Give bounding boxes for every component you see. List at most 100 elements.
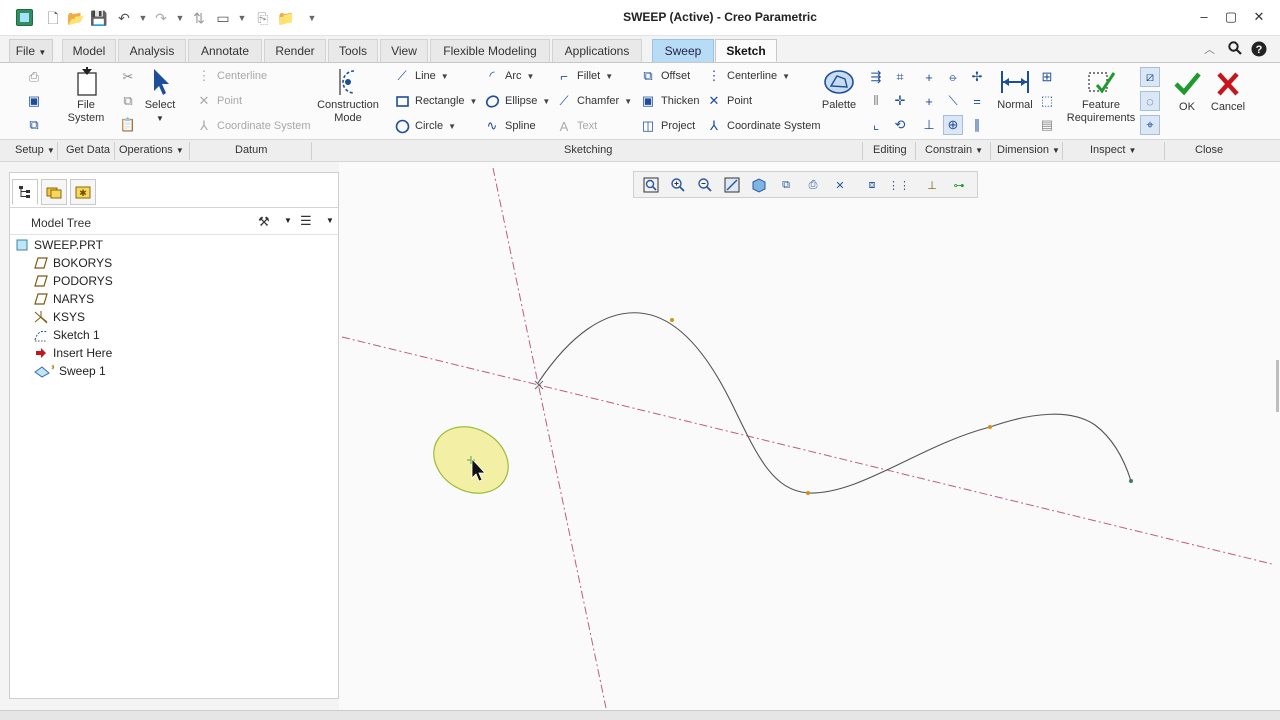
parallel-constraint-icon[interactable]: ∥ (967, 115, 987, 135)
zoom-out-icon[interactable] (695, 176, 715, 194)
open-folder-icon[interactable]: 📂 (67, 8, 85, 28)
folder-icon[interactable]: 📁 (277, 8, 295, 28)
group-setup[interactable]: Setup ▼ (15, 144, 55, 156)
datum-coordinate-system-button[interactable]: ⅄ Coordinate System (196, 115, 311, 137)
sketch-coordinate-system-button[interactable]: ⅄ Coordinate System (706, 115, 821, 137)
sketch-centerline-button[interactable]: ⋮ Centerline ▼ (706, 65, 791, 87)
group-operations[interactable]: Operations ▼ (119, 144, 184, 156)
ellipse-button[interactable]: Ellipse ▼ (484, 90, 550, 112)
tab-model[interactable]: Model (62, 39, 116, 62)
highlight-open-ends-icon[interactable]: ⌖ (1140, 115, 1160, 135)
repaint-icon[interactable] (722, 176, 742, 194)
vertical-constraint-icon[interactable]: + (919, 67, 939, 87)
fillet-button[interactable]: ⌐ Fillet ▼ (556, 65, 613, 87)
mirror-icon[interactable]: ⫴ (866, 91, 886, 111)
tab-analysis[interactable]: Analysis (118, 39, 186, 62)
undo-dropdown-icon[interactable]: ▼ (138, 8, 148, 28)
windows-dropdown-icon[interactable]: ▼ (237, 8, 247, 28)
rectangle-button[interactable]: Rectangle ▼ (394, 90, 477, 112)
baseline-dimension-icon[interactable]: ⬚ (1037, 91, 1057, 111)
palette-button[interactable]: Palette (816, 67, 862, 112)
chevron-down-icon[interactable]: ▼ (284, 216, 292, 225)
midpoint-constraint-icon[interactable]: ⟍ (943, 91, 963, 111)
group-dimension[interactable]: Dimension ▼ (997, 144, 1060, 156)
spline-point[interactable] (670, 318, 674, 322)
tab-sketch[interactable]: Sketch (715, 39, 777, 62)
save-icon[interactable]: 💾 (90, 8, 108, 28)
view-manager-icon[interactable]: ⎙ (803, 176, 823, 194)
tree-item-insert-here[interactable]: Insert Here (34, 344, 112, 362)
construction-mode-button[interactable]: Construction Mode (314, 67, 382, 125)
normal-dimension-button[interactable]: Normal (994, 67, 1036, 112)
tab-view[interactable]: View (380, 39, 428, 62)
tree-show-icon[interactable]: ☰ (300, 213, 312, 229)
tree-item-sketch-1[interactable]: Sketch 1 (34, 326, 100, 344)
spline-point[interactable] (806, 491, 810, 495)
paste-icon[interactable]: 📋 (118, 115, 138, 135)
zoom-in-icon[interactable] (668, 176, 688, 194)
datum-point-button[interactable]: ✕ Point (196, 90, 243, 112)
tree-item-podorys[interactable]: PODORYS (34, 272, 113, 290)
tangent-constraint-icon[interactable]: ⦵ (943, 67, 963, 87)
tree-item-narys[interactable]: NARYS (34, 290, 94, 308)
sketcher-display-filters-icon[interactable]: ⋮⋮ (888, 176, 910, 194)
redo-dropdown-icon[interactable]: ▼ (175, 8, 185, 28)
shade-closed-loops-icon[interactable]: ◌ (1140, 91, 1160, 111)
sketch-canvas[interactable] (339, 162, 1280, 710)
spline-point[interactable] (988, 425, 992, 429)
arc-button[interactable]: ◜ Arc ▼ (484, 65, 534, 87)
offset-button[interactable]: ⧉ Offset (640, 65, 690, 87)
delete-segment-icon[interactable]: ⌗ (890, 67, 910, 87)
rotate-resize-icon[interactable]: ⟲ (890, 115, 910, 135)
spin-center-icon[interactable]: ⊶ (949, 176, 969, 194)
sketch-view-icon[interactable]: ⧉ (24, 115, 44, 135)
copy-icon[interactable]: ⧉ (118, 91, 138, 111)
close-window-icon[interactable]: ⎘ (254, 8, 272, 28)
regenerate-icon[interactable]: ⇅ (190, 8, 208, 28)
cancel-button[interactable]: Cancel (1208, 69, 1248, 114)
datum-centerline-button[interactable]: ⋮ Centerline (196, 65, 268, 87)
horizontal-constraint-icon[interactable]: + (919, 91, 939, 111)
tree-item-bokorys[interactable]: BOKORYS (34, 254, 112, 272)
collapse-ribbon-icon[interactable]: ︿ (1204, 41, 1215, 57)
file-system-button[interactable]: File System (62, 67, 110, 125)
tab-render[interactable]: Render (264, 39, 326, 62)
customize-toolbar-icon[interactable]: ▼ (307, 8, 317, 28)
modify-icon[interactable]: ⇶ (866, 67, 886, 87)
help-icon[interactable]: ? (1251, 41, 1267, 60)
spline-endpoint[interactable] (1129, 479, 1133, 483)
model-tree-tab-icon[interactable] (12, 179, 38, 205)
windows-icon[interactable]: ▭ (214, 8, 232, 28)
chevron-down-icon[interactable]: ▼ (326, 216, 334, 225)
creo-app-icon[interactable] (16, 9, 33, 26)
refit-icon[interactable] (641, 176, 661, 194)
symmetric-constraint-icon[interactable]: ✢ (967, 67, 987, 87)
feature-requirements-button[interactable]: Feature Requirements (1064, 67, 1138, 125)
divide-icon[interactable]: ✛ (890, 91, 910, 111)
graphics-window[interactable] (339, 162, 1280, 710)
annotation-display-icon[interactable]: ⊥ (922, 176, 942, 194)
select-button[interactable]: Select ▼ (140, 67, 180, 125)
reference-dimension-icon[interactable]: ⊞ (1037, 67, 1057, 87)
tree-item-sweep-prt[interactable]: SWEEP.PRT (15, 236, 103, 254)
datum-display-filters-icon[interactable]: ✕ (830, 176, 850, 194)
tab-annotate[interactable]: Annotate (188, 39, 262, 62)
ok-button[interactable]: OK (1168, 69, 1206, 114)
text-button[interactable]: A Text (556, 115, 598, 137)
sketch-spline[interactable] (537, 312, 1132, 494)
undo-icon[interactable]: ↶ (115, 8, 133, 28)
saved-orientations-icon[interactable]: ⧉ (776, 176, 796, 194)
tree-item-sweep-1[interactable]: ✱ Sweep 1 (34, 362, 106, 380)
group-constrain[interactable]: Constrain ▼ (925, 144, 983, 156)
coincident-constraint-icon[interactable]: ⊕ (943, 115, 963, 135)
thicken-button[interactable]: ▣ Thicken (640, 90, 700, 112)
close-icon[interactable]: ✕ (1248, 7, 1270, 27)
tab-flexible-modeling[interactable]: Flexible Modeling (430, 39, 550, 62)
equal-constraint-icon[interactable]: = (967, 91, 987, 111)
search-icon[interactable] (1228, 41, 1242, 58)
new-file-icon[interactable]: 🗋 (44, 8, 62, 28)
tab-file[interactable]: File ▼ (9, 39, 53, 62)
scrollbar[interactable] (1276, 360, 1279, 412)
maximize-icon[interactable]: ▢ (1220, 7, 1242, 27)
tab-tools[interactable]: Tools (328, 39, 378, 62)
